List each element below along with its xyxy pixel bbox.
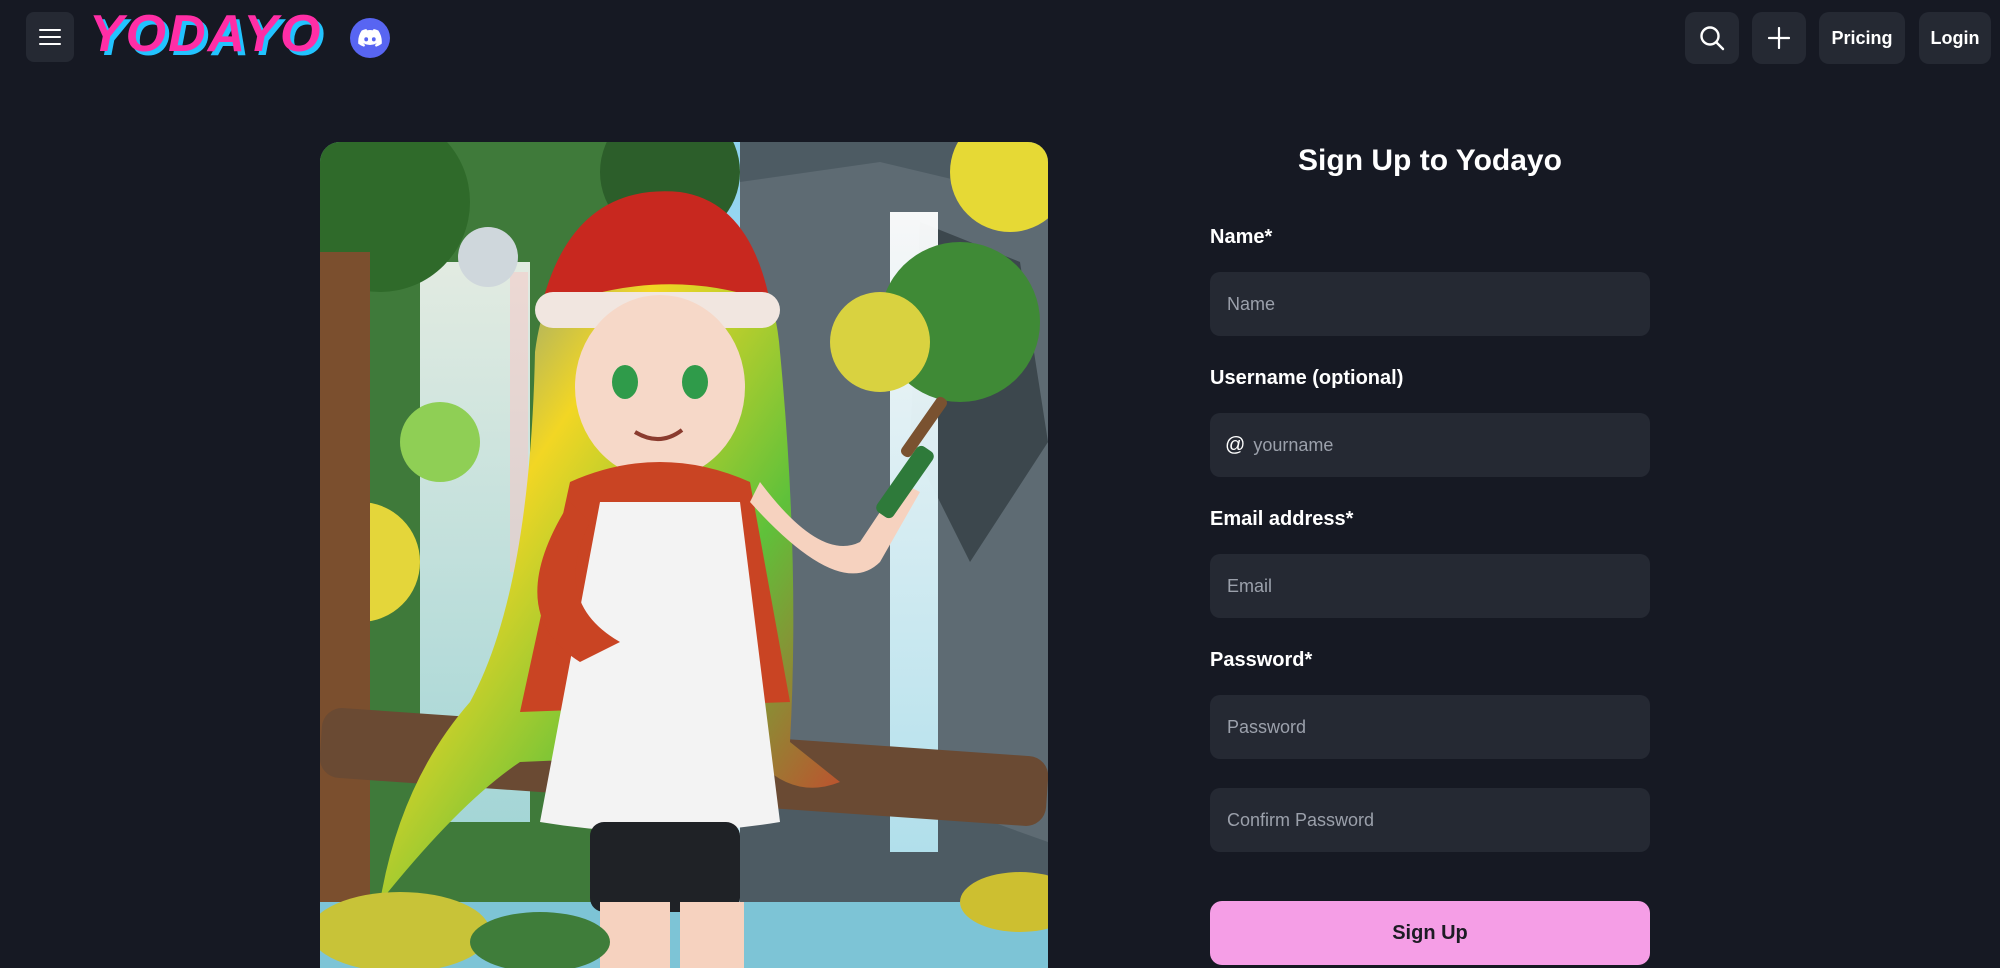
email-field[interactable] — [1210, 554, 1650, 618]
name-field[interactable] — [1210, 272, 1650, 336]
username-field[interactable]: @ — [1210, 413, 1650, 477]
search-button[interactable] — [1685, 12, 1739, 64]
name-input[interactable] — [1225, 272, 1635, 336]
yodayo-logo[interactable]: YODAYO YODAYO — [86, 8, 340, 66]
confirm-password-input[interactable] — [1225, 788, 1635, 852]
search-icon — [1700, 26, 1725, 51]
anime-painter-girl-artwork — [320, 142, 1048, 968]
password-field[interactable] — [1210, 695, 1650, 759]
login-button[interactable]: Login — [1919, 12, 1991, 64]
hamburger-menu-icon — [39, 29, 61, 45]
sign-up-button[interactable]: Sign Up — [1210, 901, 1650, 965]
pricing-button[interactable]: Pricing — [1819, 12, 1905, 64]
username-label: Username (optional) — [1210, 367, 1404, 389]
form-title: Sign Up to Yodayo — [1298, 144, 1562, 177]
top-navigation-bar: YODAYO YODAYO Pricing Login — [0, 0, 2000, 76]
create-button[interactable] — [1752, 12, 1806, 64]
svg-text:YODAYO: YODAYO — [89, 8, 323, 63]
password-label: Password* — [1210, 649, 1313, 671]
at-prefix: @ — [1225, 433, 1246, 456]
name-label: Name* — [1210, 226, 1273, 248]
email-label: Email address* — [1210, 508, 1354, 530]
menu-button[interactable] — [26, 12, 74, 62]
hero-illustration — [320, 142, 1048, 968]
discord-icon — [358, 29, 382, 47]
email-input[interactable] — [1225, 554, 1635, 618]
discord-button[interactable] — [350, 18, 390, 58]
confirm-password-field[interactable] — [1210, 788, 1650, 852]
password-input[interactable] — [1225, 695, 1635, 759]
username-input[interactable] — [1251, 413, 1635, 477]
plus-icon — [1768, 27, 1790, 49]
